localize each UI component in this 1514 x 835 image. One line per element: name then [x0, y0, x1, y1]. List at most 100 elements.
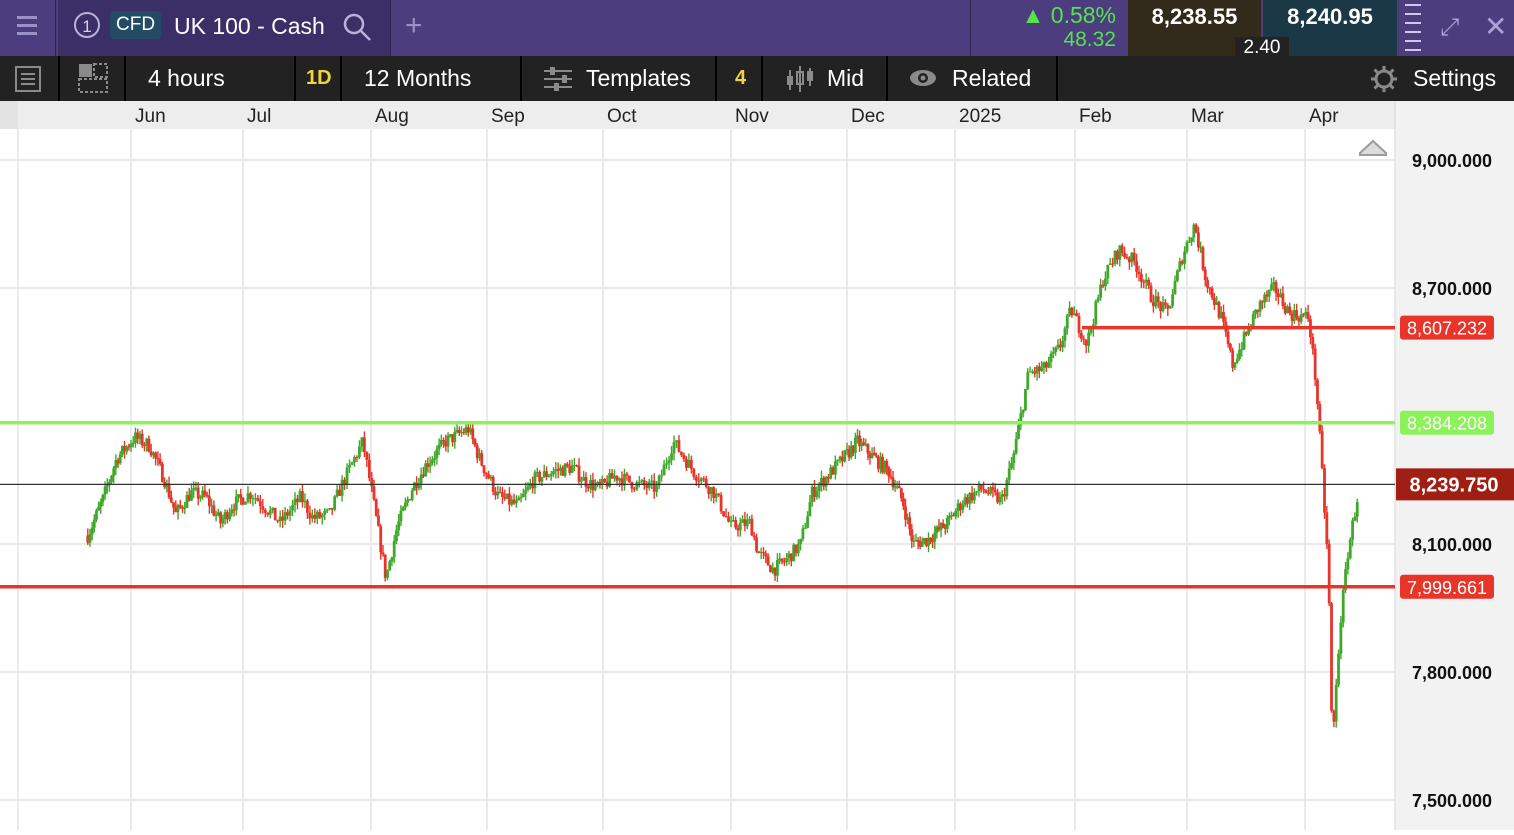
range-select[interactable]: 12 Months: [342, 56, 522, 101]
templates-count-button[interactable]: 4: [717, 56, 763, 101]
candle-body: [941, 523, 945, 528]
candle-body: [672, 442, 676, 454]
interval-select[interactable]: 4 hours: [126, 56, 296, 101]
related-button[interactable]: Related: [888, 56, 1058, 101]
candle-body: [547, 475, 551, 478]
candle-body: [1295, 310, 1299, 318]
candle-body: [291, 504, 294, 511]
candle-body: [103, 486, 107, 495]
candle-body: [325, 509, 329, 511]
candle-body: [88, 534, 92, 543]
interval-badge-button[interactable]: 1D: [296, 56, 342, 101]
candle-body: [345, 467, 349, 485]
instrument-type-badge: CFD: [110, 11, 162, 39]
price-chart[interactable]: Jun Jul Aug Sep Oct Nov Dec 2025 Feb Mar Apr 9,000.…: [0, 101, 1514, 830]
settings-button[interactable]: Settings: [1358, 56, 1514, 101]
candle-body: [517, 497, 521, 501]
menu-icon-bar: [17, 24, 37, 27]
candle-body: [273, 507, 277, 521]
candle-body: [1049, 353, 1053, 363]
candle-body: [228, 513, 231, 520]
candle-body: [1120, 245, 1124, 253]
candle-body: [885, 461, 889, 468]
candle-body: [1061, 340, 1065, 348]
candle-body: [90, 527, 94, 535]
candle-body: [397, 521, 401, 531]
list-button[interactable]: [0, 56, 60, 101]
candle-body: [118, 454, 122, 464]
candle-body: [501, 492, 504, 497]
candle-body: [1306, 312, 1310, 320]
candle-body: [1065, 315, 1069, 329]
candle-body: [390, 557, 394, 562]
menu-button[interactable]: [0, 0, 56, 56]
candle-body: [435, 449, 439, 458]
search-icon[interactable]: [342, 12, 372, 42]
candle-body: [874, 455, 878, 457]
candle-body: [446, 435, 450, 447]
candle-body: [335, 489, 339, 497]
candle-body: [333, 496, 337, 510]
candle-body: [190, 490, 193, 501]
chart-canvas[interactable]: Jun Jul Aug Sep Oct Nov Dec 2025 Feb Mar Apr 9,000.…: [0, 101, 1514, 830]
price-tick-label: 8,100.000: [1412, 535, 1492, 555]
templates-count: 4: [735, 67, 747, 89]
candle-body: [632, 488, 636, 490]
candle-body: [1206, 280, 1209, 288]
candle-body: [288, 510, 292, 516]
level-label: 8,384.208: [1407, 414, 1487, 434]
candle-body: [745, 519, 749, 527]
candle-body: [1007, 468, 1011, 480]
close-icon[interactable]: ✕: [1484, 10, 1507, 43]
candle-body: [379, 526, 383, 553]
time-label: Jun: [135, 106, 166, 127]
candle-body: [350, 462, 354, 465]
price-mode-select[interactable]: Mid: [763, 56, 888, 101]
time-label: Aug: [375, 106, 409, 127]
candle-body: [1318, 404, 1322, 432]
candle-body: [433, 457, 437, 460]
candle-body: [92, 519, 96, 528]
candle-body: [1089, 329, 1093, 333]
candle-body: [694, 476, 698, 481]
candle-body: [437, 444, 441, 450]
instrument-name[interactable]: UK 100 - Cash: [174, 13, 325, 40]
candle-body: [1210, 288, 1214, 298]
candle-body: [1077, 316, 1081, 334]
candle-body: [697, 480, 701, 482]
candle-body: [570, 465, 574, 473]
layout-button[interactable]: [60, 56, 126, 101]
candle-body: [1270, 284, 1273, 290]
candle-body: [1176, 270, 1179, 281]
candle-body: [338, 489, 342, 496]
candle-body: [1054, 347, 1058, 353]
candle-body: [1281, 293, 1285, 307]
candle-body: [1330, 603, 1333, 711]
candle-body: [834, 461, 837, 475]
candle-body: [1299, 314, 1303, 322]
candle-body: [1063, 328, 1067, 341]
candle-body: [635, 482, 639, 490]
templates-button[interactable]: Templates: [522, 56, 717, 101]
candle-body: [360, 437, 364, 447]
time-label: Feb: [1079, 106, 1112, 127]
drag-handle-icon[interactable]: [1405, 0, 1421, 58]
candle-body: [1104, 278, 1107, 287]
candle-body: [101, 494, 105, 503]
time-label: Mar: [1191, 106, 1224, 127]
candle-body: [1021, 410, 1025, 414]
candle-body: [670, 453, 673, 461]
candle-body: [271, 507, 275, 511]
candle-body: [1082, 338, 1086, 340]
candle-body: [526, 486, 530, 490]
candle-body: [514, 500, 518, 504]
candle-body: [709, 487, 713, 494]
candle-body: [675, 440, 678, 443]
plus-icon[interactable]: +: [405, 8, 423, 44]
candle-body: [442, 439, 445, 442]
expand-icon[interactable]: ⤢: [1440, 14, 1459, 42]
candle-body: [1180, 261, 1184, 264]
candle-body: [1024, 389, 1027, 411]
candle-body: [1311, 336, 1315, 349]
candle-body: [993, 490, 997, 493]
